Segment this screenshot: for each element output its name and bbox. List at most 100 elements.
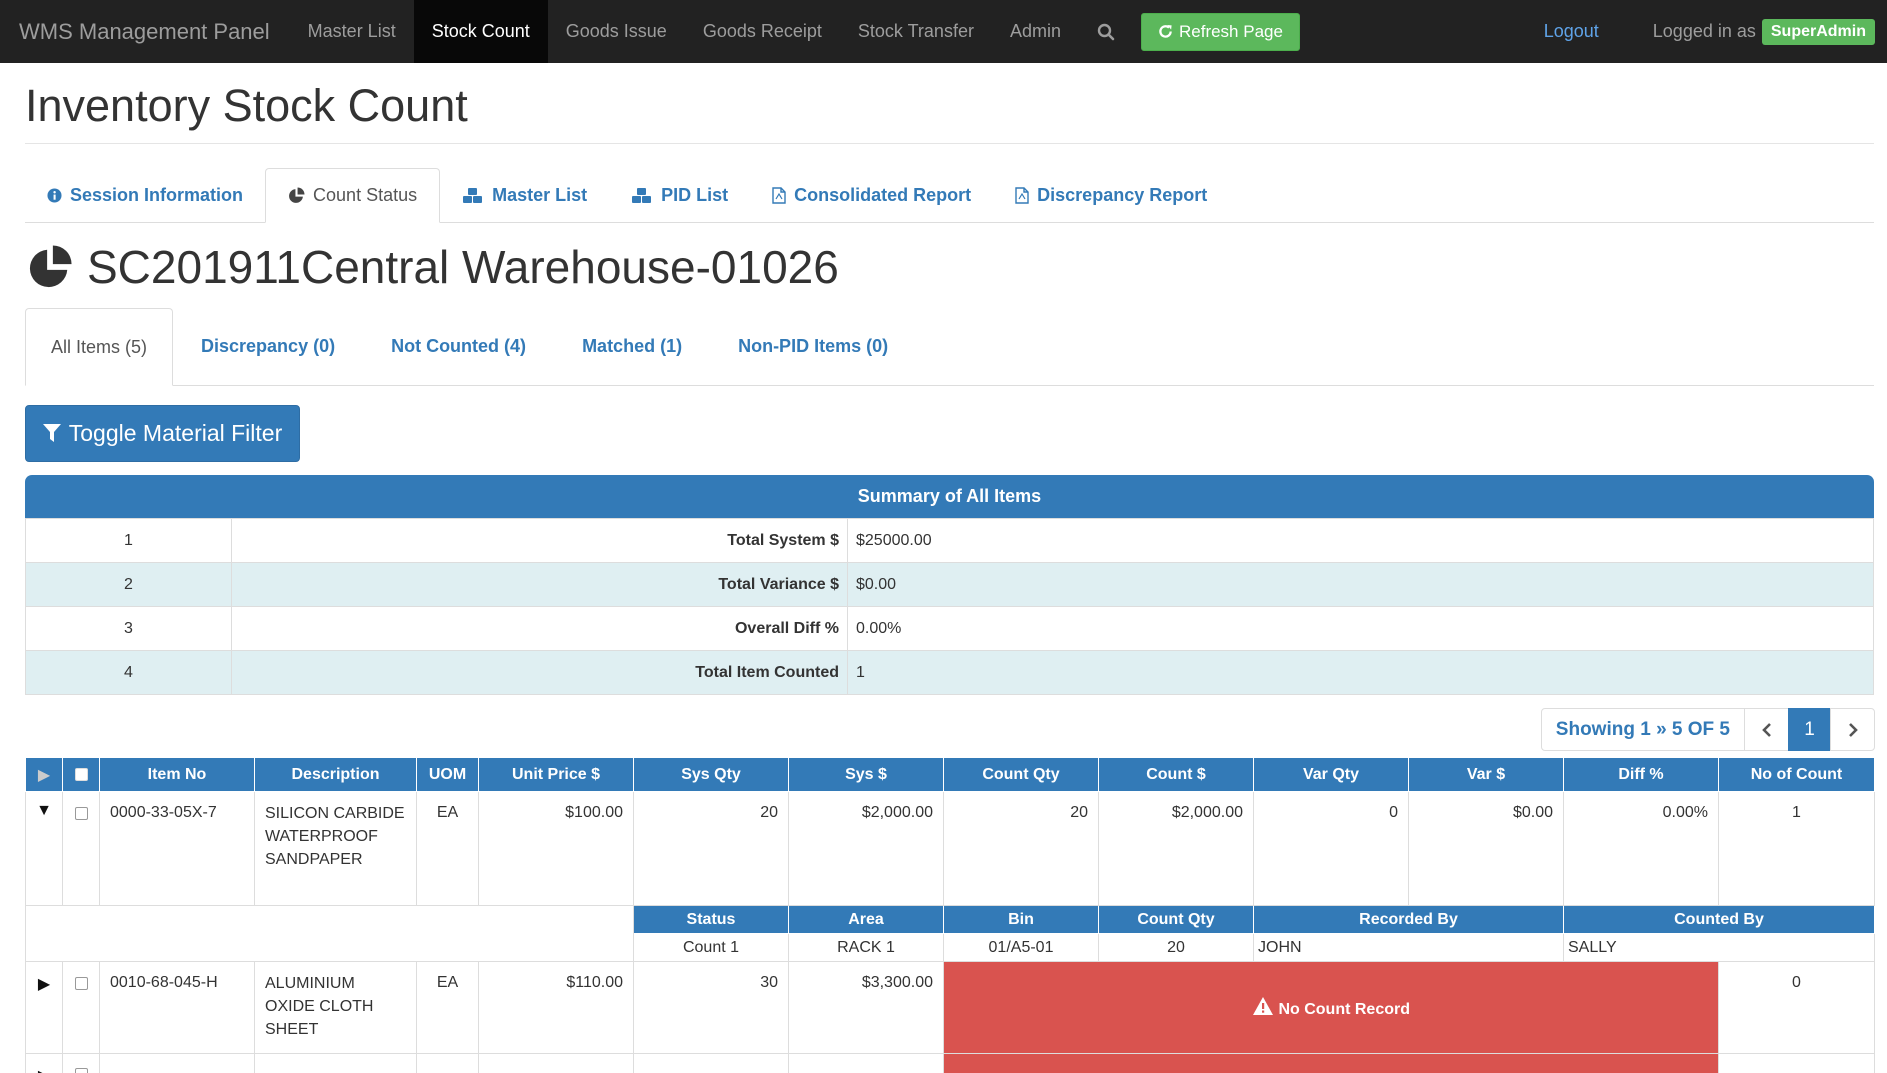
item-sys-amount: $2,000.00 <box>788 791 944 906</box>
col-count-qty[interactable]: Count Qty <box>943 757 1099 792</box>
item-no: 0010-68-045-H <box>99 961 255 1054</box>
item-unit-price: $110.00 <box>478 961 634 1054</box>
item-diff-percent: 0.00% <box>1563 791 1719 906</box>
collapse-row-toggle[interactable]: ▼ <box>25 791 63 906</box>
summary-row-number: 3 <box>25 606 232 651</box>
col-unit-price[interactable]: Unit Price $ <box>478 757 634 792</box>
chevron-left-icon <box>1761 722 1771 737</box>
detail-col-recorded-by: Recorded By <box>1253 905 1564 934</box>
tab-discrepancy-report[interactable]: Discrepancy Report <box>993 168 1229 222</box>
refresh-page-button[interactable]: Refresh Page <box>1140 12 1300 51</box>
table-cell <box>99 1053 255 1073</box>
detail-header-row: Status Area Bin Count Qty Recorded By Co… <box>25 905 1875 962</box>
nav-admin[interactable]: Admin <box>992 0 1079 63</box>
detail-status: Count 1 <box>633 933 789 962</box>
col-diff-percent[interactable]: Diff % <box>1563 757 1719 792</box>
item-description: SILICON CARBIDE WATERPROOF SANDPAPER <box>254 791 417 906</box>
session-title: SC201911Central Warehouse-01026 <box>87 241 839 293</box>
item-unit-price: $100.00 <box>478 791 634 906</box>
tab-all-items[interactable]: All Items (5) <box>25 308 174 386</box>
tab-label: Master List <box>492 184 588 205</box>
tab-pid-list[interactable]: PID List <box>609 168 750 222</box>
refresh-label: Refresh Page <box>1178 21 1283 41</box>
row-checkbox[interactable] <box>62 961 100 1054</box>
col-var-qty[interactable]: Var Qty <box>1253 757 1409 792</box>
nav-stock-count[interactable]: Stock Count <box>413 0 548 63</box>
tab-discrepancy[interactable]: Discrepancy (0) <box>173 308 363 385</box>
file-pdf-icon <box>772 186 786 204</box>
summary-row-value: 1 <box>847 650 1874 695</box>
table-row: ▶ <box>25 1053 1875 1073</box>
toggle-material-filter-button[interactable]: Toggle Material Filter <box>25 405 300 462</box>
table-row: ▶ 0010-68-045-H ALUMINIUM OXIDE CLOTH SH… <box>25 961 1875 1054</box>
page-button[interactable]: 1 <box>1788 708 1831 751</box>
no-count-label: No Count Record <box>1278 1001 1410 1018</box>
detail-col-bin: Bin <box>943 905 1099 934</box>
prev-page-button[interactable] <box>1744 708 1789 751</box>
summary-row-value: $25000.00 <box>847 518 1874 563</box>
main-tabs: Session Information Count Status Master … <box>25 168 1874 223</box>
tab-master-list[interactable]: Master List <box>440 168 609 222</box>
nav-goods-receipt[interactable]: Goods Receipt <box>685 0 840 63</box>
detail-count-qty: 20 <box>1098 933 1254 962</box>
logout-link[interactable]: Logout <box>1544 21 1599 42</box>
tab-label: Session Information <box>70 184 244 205</box>
nav-goods-issue[interactable]: Goods Issue <box>548 0 685 63</box>
select-all-checkbox[interactable] <box>62 757 100 792</box>
item-no-of-count: 0 <box>1718 961 1875 1054</box>
tab-label: Discrepancy Report <box>1037 184 1208 205</box>
tab-not-counted[interactable]: Not Counted (4) <box>363 308 554 385</box>
detail-col-area: Area <box>788 905 944 934</box>
row-checkbox[interactable] <box>62 1053 100 1073</box>
tab-matched[interactable]: Matched (1) <box>554 308 710 385</box>
item-uom: EA <box>416 791 479 906</box>
item-count-amount: $2,000.00 <box>1098 791 1254 906</box>
summary-row-number: 4 <box>25 650 232 695</box>
item-var-amount: $0.00 <box>1408 791 1564 906</box>
summary-row: 2 Total Variance $ $0.00 <box>25 562 1874 607</box>
table-cell <box>416 1053 479 1073</box>
item-no: 0000-33-05X-7 <box>99 791 255 906</box>
item-count-qty: 20 <box>943 791 1099 906</box>
col-sys-amount[interactable]: Sys $ <box>788 757 944 792</box>
tab-label: Count Status <box>313 185 418 205</box>
next-page-button[interactable] <box>1830 708 1875 751</box>
col-sys-qty[interactable]: Sys Qty <box>633 757 789 792</box>
tab-consolidated-report[interactable]: Consolidated Report <box>750 168 993 222</box>
col-count-amount[interactable]: Count $ <box>1098 757 1254 792</box>
table-cell <box>254 1053 417 1073</box>
summary-row-number: 2 <box>25 562 232 607</box>
session-heading: SC201911Central Warehouse-01026 <box>27 240 839 294</box>
tab-session-information[interactable]: Session Information <box>25 168 265 222</box>
expand-row-toggle[interactable]: ▶ <box>25 961 63 1054</box>
user-badge: SuperAdmin <box>1761 18 1875 45</box>
detail-col-status: Status <box>633 905 789 934</box>
summary-row: 1 Total System $ $25000.00 <box>25 518 1874 563</box>
tab-count-status[interactable]: Count Status <box>265 168 441 223</box>
col-no-of-count[interactable]: No of Count <box>1718 757 1875 792</box>
summary-row-label: Overall Diff % <box>231 606 848 651</box>
summary-row: 4 Total Item Counted 1 <box>25 650 1874 695</box>
expand-all-toggle[interactable]: ▶ <box>25 757 63 792</box>
search-icon[interactable] <box>1079 0 1135 63</box>
nav-stock-transfer[interactable]: Stock Transfer <box>840 0 992 63</box>
expand-row-toggle[interactable]: ▶ <box>25 1053 63 1073</box>
tab-non-pid-items[interactable]: Non-PID Items (0) <box>710 308 916 385</box>
col-uom[interactable]: UOM <box>416 757 479 792</box>
col-description[interactable]: Description <box>254 757 417 792</box>
row-checkbox[interactable] <box>62 791 100 906</box>
warning-icon <box>1253 997 1273 1015</box>
col-item-no[interactable]: Item No <box>99 757 255 792</box>
summary-row-value: 0.00% <box>847 606 1874 651</box>
pagination: Showing 1 » 5 OF 5 1 <box>1540 708 1875 751</box>
page-title: Inventory Stock Count <box>25 80 468 131</box>
summary-row-number: 1 <box>25 518 232 563</box>
summary-row: 3 Overall Diff % 0.00% <box>25 606 1874 651</box>
detail-spacer <box>25 905 634 962</box>
table-row: ▼ 0000-33-05X-7 SILICON CARBIDE WATERPRO… <box>25 791 1875 906</box>
nav-master-list[interactable]: Master List <box>290 0 414 63</box>
brand[interactable]: WMS Management Panel <box>0 0 290 63</box>
summary-title: Summary of All Items <box>25 475 1874 518</box>
col-var-amount[interactable]: Var $ <box>1408 757 1564 792</box>
tab-label: Consolidated Report <box>794 184 972 205</box>
